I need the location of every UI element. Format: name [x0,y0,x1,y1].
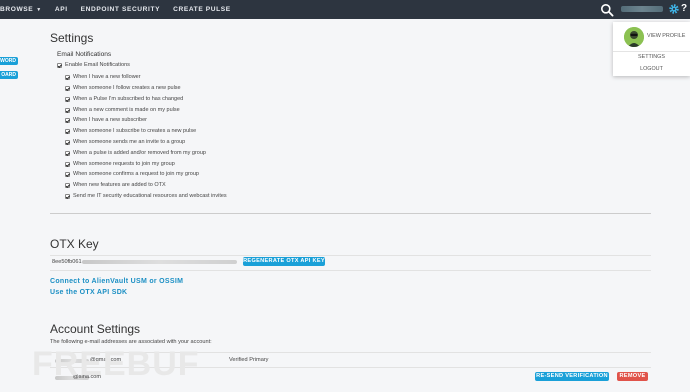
nav-api[interactable]: API [55,6,68,13]
gear-icon[interactable] [668,3,680,15]
otx-key-redacted [82,260,237,264]
side-tab-dashboard[interactable]: OARD [0,71,18,79]
top-nav: BROWSE ▼ API ENDPOINT SECURITY CREATE PUL… [0,0,690,19]
nav-endpoint-security[interactable]: ENDPOINT SECURITY [81,6,160,13]
notification-label: When a pulse is added and/or removed fro… [73,150,206,156]
settings-title: Settings [50,31,94,45]
checkbox[interactable] [65,129,70,134]
email-notifications-heading: Email Notifications [57,51,112,58]
chevron-down-icon: ▼ [36,7,42,13]
checkbox[interactable] [65,97,70,102]
logout-link[interactable]: LOGOUT [613,66,690,72]
connect-usm-link[interactable]: Connect to AlienVault USM or OSSIM [50,278,183,285]
watermark: FREEBUF [32,345,200,383]
divider [50,255,651,256]
checkbox[interactable] [65,86,70,91]
checkbox[interactable] [65,172,70,177]
help-icon[interactable]: ? [681,3,687,14]
enable-notifications-label: Enable Email Notifications [65,62,130,68]
email-status: Verified Primary [229,357,269,363]
nav-browse-label: BROWSE [0,6,34,13]
checkbox[interactable] [65,108,70,113]
side-tab-password[interactable]: WORD [0,57,18,65]
checkbox[interactable] [65,140,70,145]
checkbox[interactable] [65,162,70,167]
otx-key-value: 8ee50fb061 [52,259,82,265]
api-sdk-link[interactable]: Use the OTX API SDK [50,289,127,296]
search-icon[interactable] [600,3,614,17]
resend-verification-button[interactable]: RE-SEND VERIFICATION [535,372,609,381]
nav-browse[interactable]: BROWSE ▼ [0,6,42,13]
notification-label: When someone confirms a request to join … [73,171,199,177]
regenerate-api-key-button[interactable]: REGENERATE OTX API KEY [243,257,325,266]
checkbox[interactable] [65,194,70,199]
notification-label: When I have a new subscriber [73,117,147,123]
divider [50,270,651,271]
otx-key-title: OTX Key [50,237,99,251]
notification-label: Send me IT security educational resource… [73,193,227,199]
remove-email-button[interactable]: REMOVE [617,372,648,381]
notification-label: When someone I subscribe to creates a ne… [73,128,197,134]
enable-notifications-checkbox[interactable] [57,63,62,68]
user-name-redacted[interactable] [621,6,663,12]
checkbox[interactable] [65,118,70,123]
nav-create-pulse[interactable]: CREATE PULSE [173,6,231,13]
settings-link[interactable]: SETTINGS [613,54,690,60]
notification-label: When a new comment is made on my pulse [73,107,180,113]
notification-label: When someone I follow creates a new puls… [73,85,181,91]
notification-label: When someone sends me an invite to a gro… [73,139,186,145]
checkbox[interactable] [65,75,70,80]
notification-label: When I have a new follower [73,74,141,80]
account-settings-title: Account Settings [50,322,141,336]
avatar[interactable] [624,27,644,47]
notification-label: When new features are added to OTX [73,182,166,188]
divider [613,51,690,52]
notification-label: When a Pulse I'm subscribed to has chang… [73,96,184,102]
section-divider [50,213,651,214]
view-profile-link[interactable]: VIEW PROFILE [647,33,685,39]
user-dropdown: VIEW PROFILE SETTINGS LOGOUT [613,22,690,76]
notification-label: When someone requests to join my group [73,161,175,167]
checkbox[interactable] [65,183,70,188]
checkbox[interactable] [65,151,70,156]
